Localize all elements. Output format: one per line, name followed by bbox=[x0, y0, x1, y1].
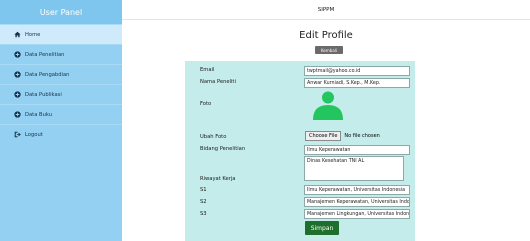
sidebar-item-logout[interactable]: Logout bbox=[0, 124, 122, 144]
email-field[interactable]: twptmail@yahoo.co.id bbox=[304, 66, 410, 76]
riwayat-textarea[interactable]: Dinas Kesehatan TNI AL bbox=[304, 156, 404, 181]
top-bar: SIPPM bbox=[122, 0, 530, 20]
s2-label: S2 bbox=[200, 199, 207, 205]
sidebar-item-label: Data Buku bbox=[25, 111, 53, 118]
s1-label: S1 bbox=[200, 187, 207, 193]
page-title: Edit Profile bbox=[299, 30, 353, 41]
bidang-label: Bidang Penelitian bbox=[200, 146, 246, 152]
plus-circle-icon bbox=[13, 91, 21, 99]
plus-circle-icon bbox=[13, 71, 21, 79]
sidebar-item-data-buku[interactable]: Data Buku bbox=[0, 104, 122, 124]
choose-file-button[interactable]: Choose File bbox=[305, 131, 342, 141]
avatar bbox=[310, 90, 346, 120]
email-label: Email bbox=[200, 67, 215, 73]
sidebar-item-label: Data Publikasi bbox=[25, 91, 62, 98]
riwayat-label: Riwayat Kerja bbox=[200, 176, 236, 182]
sidebar-item-label: Home bbox=[25, 31, 41, 38]
sidebar-item-home[interactable]: Home bbox=[0, 24, 122, 44]
s3-label: S3 bbox=[200, 211, 207, 217]
file-upload: Choose File No file chosen bbox=[305, 131, 380, 141]
s1-field[interactable]: Ilmu Keperawatan, Universitas Indonesia bbox=[304, 185, 410, 195]
avatar-user-icon bbox=[313, 91, 343, 120]
nama-field[interactable]: Anwar Kurniadi, S.Kep., M.Kep. bbox=[304, 78, 410, 88]
sidebar-item-data-pengabdian[interactable]: Data Pengabdian bbox=[0, 64, 122, 84]
s2-field[interactable]: Manajemen Keperawatan, Universitas Indon… bbox=[304, 197, 410, 207]
app-title: SIPPM bbox=[317, 6, 335, 13]
home-icon bbox=[13, 31, 21, 39]
sidebar-item-label: Logout bbox=[25, 131, 43, 138]
sidebar-title: User Panel bbox=[0, 0, 122, 24]
nama-label: Nama Peneliti bbox=[200, 79, 236, 85]
s3-field[interactable]: Manajemen Lingkungan, Universitas Indone… bbox=[304, 209, 410, 219]
file-status: No file chosen bbox=[344, 133, 380, 139]
ubah-foto-label: Ubah Foto bbox=[200, 134, 227, 140]
plus-circle-icon bbox=[13, 51, 21, 59]
bidang-field[interactable]: Ilmu Keperawatan bbox=[304, 145, 410, 155]
foto-label: Foto bbox=[200, 101, 212, 107]
logout-icon bbox=[13, 131, 21, 139]
sidebar: User Panel Home Data Penelitian Data Pen… bbox=[0, 0, 122, 241]
sidebar-item-label: Data Penelitian bbox=[25, 51, 65, 58]
sidebar-item-data-penelitian[interactable]: Data Penelitian bbox=[0, 44, 122, 64]
plus-circle-icon bbox=[13, 111, 21, 119]
sidebar-item-label: Data Pengabdian bbox=[25, 71, 70, 78]
back-button[interactable]: Kembali bbox=[315, 46, 343, 54]
sidebar-item-data-publikasi[interactable]: Data Publikasi bbox=[0, 84, 122, 104]
save-button[interactable]: Simpan bbox=[305, 221, 339, 235]
